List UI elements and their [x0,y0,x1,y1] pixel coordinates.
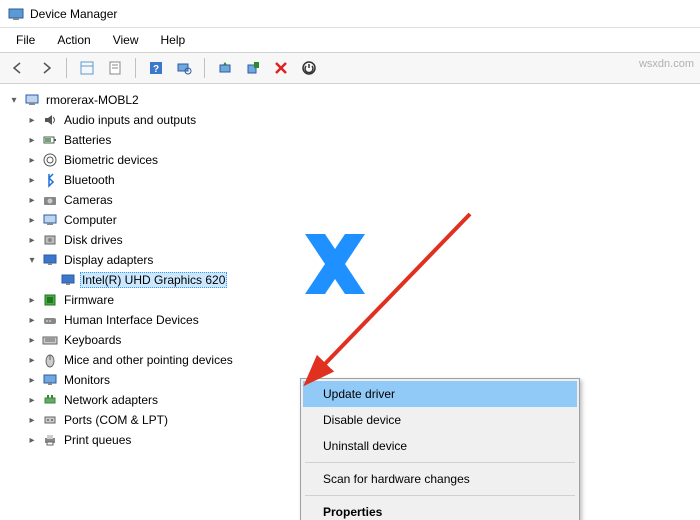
device-category-icon [42,132,58,148]
menu-action[interactable]: Action [47,30,100,50]
device-category-icon [42,372,58,388]
tree-node[interactable]: ▸ Cameras [26,190,696,210]
chevron-down-icon[interactable]: ▾ [26,254,38,266]
svg-text:?: ? [153,64,159,75]
watermark: wsxdn.com [639,58,694,70]
cm-disable-device[interactable]: Disable device [303,407,577,433]
menu-help[interactable]: Help [151,30,196,50]
context-menu: Update driver Disable device Uninstall d… [300,378,580,520]
toolbar-separator [204,58,205,78]
tree-node-label: Display adapters [62,252,155,268]
cm-uninstall-device[interactable]: Uninstall device [303,433,577,459]
cm-update-driver[interactable]: Update driver [303,381,577,407]
tree-node[interactable]: ▸ Keyboards [26,330,696,350]
chevron-right-icon[interactable]: ▸ [26,394,38,406]
tree-node-label: Firmware [62,292,116,308]
tree-node-label: Batteries [62,132,113,148]
chevron-right-icon[interactable]: ▸ [26,414,38,426]
device-category-icon [42,432,58,448]
menu-view[interactable]: View [103,30,149,50]
forward-button[interactable] [34,56,58,80]
device-category-icon [42,332,58,348]
tree-node[interactable]: ▸ Computer [26,210,696,230]
tree-node-label: Ports (COM & LPT) [62,412,170,428]
tree-node-label: Intel(R) UHD Graphics 620 [80,272,227,288]
show-hide-tree-button[interactable] [75,56,99,80]
device-tree[interactable]: ▾ rmorerax-MOBL2 ▸ Audio inputs and outp… [0,84,700,520]
chevron-right-icon[interactable]: ▸ [26,374,38,386]
tree-root-label: rmorerax-MOBL2 [44,92,141,108]
menu-file[interactable]: File [6,30,45,50]
computer-icon [24,92,40,108]
window-title: Device Manager [30,7,117,21]
cm-separator [305,495,575,496]
cm-properties[interactable]: Properties [303,499,577,520]
tree-node-label: Mice and other pointing devices [62,352,235,368]
toolbar-separator [66,58,67,78]
titlebar: Device Manager [0,0,700,28]
chevron-right-icon[interactable]: ▸ [26,134,38,146]
tree-node-label: Cameras [62,192,115,208]
tree-node-label: Computer [62,212,119,228]
tree-node[interactable]: ▸ Bluetooth [26,170,696,190]
scan-button[interactable] [172,56,196,80]
device-category-icon [42,192,58,208]
cm-separator [305,462,575,463]
enable-button[interactable] [297,56,321,80]
tree-node-label: Biometric devices [62,152,160,168]
tree-node[interactable]: ▸ Human Interface Devices [26,310,696,330]
tree-node-label: Network adapters [62,392,160,408]
tree-node[interactable]: ▸ Biometric devices [26,150,696,170]
device-category-icon [42,252,58,268]
properties-button[interactable] [103,56,127,80]
tree-node[interactable]: ▸ Batteries [26,130,696,150]
menubar: File Action View Help [0,28,700,53]
device-category-icon [42,232,58,248]
chevron-right-icon[interactable]: ▸ [26,154,38,166]
cm-scan-hardware[interactable]: Scan for hardware changes [303,466,577,492]
device-category-icon [42,172,58,188]
chevron-right-icon[interactable]: ▸ [26,174,38,186]
overlay-logo [305,234,365,294]
device-category-icon [42,152,58,168]
chevron-right-icon[interactable]: ▸ [26,214,38,226]
chevron-right-icon[interactable]: ▸ [26,354,38,366]
tree-root[interactable]: ▾ rmorerax-MOBL2 [8,90,696,110]
tree-node-label: Keyboards [62,332,123,348]
device-category-icon [42,352,58,368]
chevron-right-icon[interactable]: ▸ [26,114,38,126]
device-category-icon [42,212,58,228]
tree-node-label: Disk drives [62,232,125,248]
tree-node-label: Monitors [62,372,112,388]
chevron-down-icon[interactable]: ▾ [8,94,20,106]
chevron-right-icon[interactable]: ▸ [26,194,38,206]
app-icon [8,6,24,22]
device-category-icon [42,312,58,328]
tree-node-child[interactable]: ▸ Intel(R) UHD Graphics 620 [44,270,696,290]
tree-node-label: Audio inputs and outputs [62,112,198,128]
help-button[interactable]: ? [144,56,168,80]
chevron-right-icon[interactable]: ▸ [26,334,38,346]
display-adapter-icon [60,272,76,288]
chevron-right-icon[interactable]: ▸ [26,434,38,446]
device-category-icon [42,392,58,408]
chevron-right-icon[interactable]: ▸ [26,314,38,326]
chevron-right-icon[interactable]: ▸ [26,294,38,306]
disable-button[interactable] [269,56,293,80]
device-category-icon [42,412,58,428]
chevron-right-icon[interactable]: ▸ [26,234,38,246]
tree-node-label: Human Interface Devices [62,312,201,328]
tree-node-label: Bluetooth [62,172,117,188]
toolbar-separator [135,58,136,78]
toolbar: ? [0,53,700,84]
update-driver-button[interactable] [213,56,237,80]
device-category-icon [42,292,58,308]
tree-node[interactable]: ▸ Mice and other pointing devices [26,350,696,370]
device-category-icon [42,112,58,128]
tree-node-label: Print queues [62,432,133,448]
back-button[interactable] [6,56,30,80]
uninstall-button[interactable] [241,56,265,80]
tree-node[interactable]: ▸ Audio inputs and outputs [26,110,696,130]
